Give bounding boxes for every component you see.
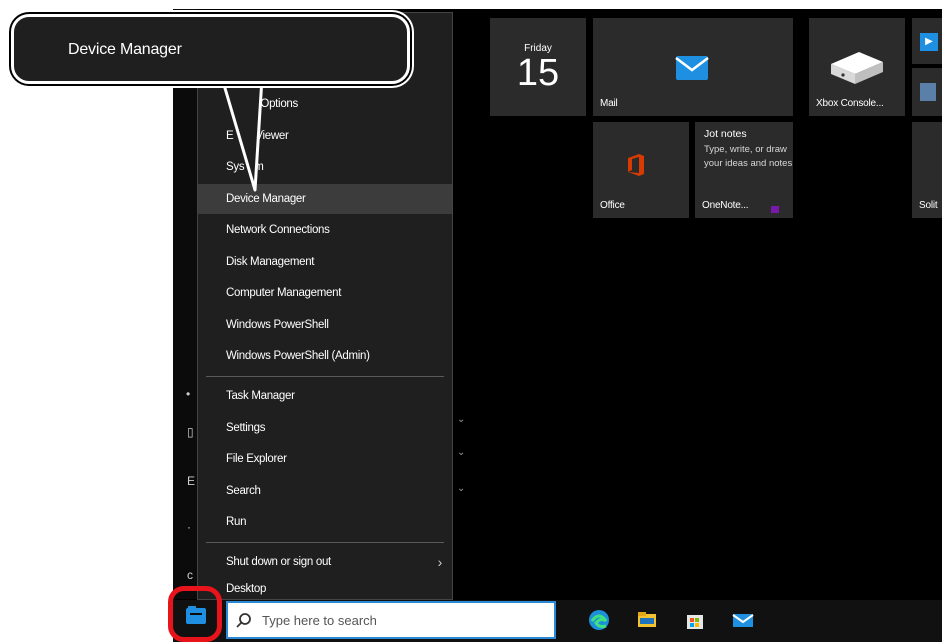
xbox-console-label: Xbox Console...	[816, 98, 884, 109]
mail-icon	[675, 56, 709, 80]
office-icon	[628, 154, 644, 176]
search-input[interactable]: Type here to search	[226, 601, 556, 639]
menu-item-computer-management[interactable]: Computer Management	[198, 278, 452, 308]
start-menu-left-rail	[173, 9, 197, 599]
chevron-down-icon[interactable]: ⌄	[457, 447, 465, 458]
solitaire-tile[interactable]: Solit	[912, 122, 942, 218]
play-icon: ▶	[920, 33, 938, 51]
winx-context-menu: r Options E Viewer Sys m Device Manager Ne…	[197, 12, 453, 600]
solitaire-label: Solit	[919, 200, 938, 211]
menu-item-power-options[interactable]: r Options	[198, 89, 452, 119]
menu-item-label-suffix: Viewer	[255, 130, 289, 142]
menu-separator	[206, 376, 444, 377]
menu-item-desktop[interactable]: Desktop	[198, 578, 452, 600]
menu-item-label: Task Manager	[226, 390, 295, 402]
onenote-tile[interactable]: Jot notes Type, write, or draw your idea…	[695, 122, 793, 218]
menu-item-label: Desktop	[226, 583, 267, 595]
menu-item-search[interactable]: Search	[198, 476, 452, 506]
mail-icon[interactable]	[730, 607, 756, 633]
start-button-highlight	[168, 586, 222, 642]
menu-item-run[interactable]: Run	[198, 507, 452, 537]
menu-item-label: Run	[226, 516, 247, 528]
device-manager-callout: Device Manager	[11, 14, 410, 84]
menu-item-task-manager[interactable]: Task Manager	[198, 381, 452, 411]
search-placeholder: Type here to search	[262, 613, 377, 628]
menu-item-label: Shut down or sign out	[226, 556, 331, 568]
chevron-down-icon[interactable]: ⌄	[457, 483, 465, 494]
menu-item-file-explorer[interactable]: File Explorer	[198, 444, 452, 474]
office-tile-label: Office	[600, 200, 625, 211]
menu-item-device-manager[interactable]: Device Manager	[198, 184, 452, 214]
onenote-icon	[771, 206, 779, 213]
menu-item-label: File Explorer	[226, 453, 287, 465]
rail-c[interactable]: c	[187, 568, 193, 582]
xbox-console-icon	[831, 52, 883, 84]
onenote-body: Type, write, or draw your ideas and note…	[704, 144, 793, 169]
menu-item-label: Windows PowerShell (Admin)	[226, 350, 370, 362]
rail-document-icon[interactable]: ▯	[187, 425, 194, 439]
chevron-right-icon: ›	[437, 554, 443, 570]
office-tile[interactable]: Office	[593, 122, 689, 218]
menu-item-label: Search	[226, 485, 261, 497]
chevron-down-icon[interactable]: ⌄	[457, 414, 465, 425]
calculator-icon	[920, 83, 936, 101]
menu-item-windows-powershell[interactable]: Windows PowerShell	[198, 310, 452, 340]
menu-item-label: r Options	[254, 98, 298, 110]
store-icon[interactable]	[682, 607, 708, 633]
menu-item-event-viewer[interactable]: E Viewer	[198, 121, 452, 151]
menu-item-settings[interactable]: Settings	[198, 413, 452, 443]
mail-tile-label: Mail	[600, 98, 618, 109]
rail-dot: •	[186, 387, 191, 401]
menu-separator	[206, 542, 444, 543]
menu-item-label: Computer Management	[226, 287, 342, 299]
callout-label: Device Manager	[68, 41, 182, 58]
menu-item-label: Network Connections	[226, 224, 330, 236]
menu-item-system[interactable]: Sys m	[198, 152, 452, 182]
xbox-console-tile[interactable]: Xbox Console...	[809, 18, 905, 116]
menu-item-label: Disk Management	[226, 256, 315, 268]
search-icon	[236, 613, 251, 628]
partial-tile-blue[interactable]: ▶	[912, 18, 942, 64]
menu-item-label: Settings	[226, 422, 266, 434]
calendar-tile[interactable]: Friday 15	[490, 18, 586, 116]
menu-item-network-connections[interactable]: Network Connections	[198, 215, 452, 245]
menu-item-label-suffix: m	[254, 161, 264, 173]
onenote-label: OneNote...	[702, 200, 749, 211]
onenote-title: Jot notes	[704, 128, 747, 140]
menu-item-shut-down[interactable]: Shut down or sign out ›	[198, 547, 452, 577]
calendar-date: 15	[516, 52, 560, 94]
menu-item-disk-management[interactable]: Disk Management	[198, 247, 452, 277]
menu-item-label: Device Manager	[226, 193, 306, 205]
partial-tile-calculator[interactable]	[912, 68, 942, 116]
file-explorer-icon[interactable]	[634, 607, 660, 633]
rail-dot-2: ·	[187, 520, 191, 534]
menu-item-windows-powershell-admin[interactable]: Windows PowerShell (Admin)	[198, 341, 452, 371]
menu-item-label-prefix: Sys	[226, 161, 245, 173]
rail-letter-e[interactable]: E	[187, 474, 195, 488]
menu-item-label: Windows PowerShell	[226, 319, 329, 331]
edge-icon[interactable]	[586, 607, 612, 633]
mail-tile[interactable]: Mail	[593, 18, 793, 116]
